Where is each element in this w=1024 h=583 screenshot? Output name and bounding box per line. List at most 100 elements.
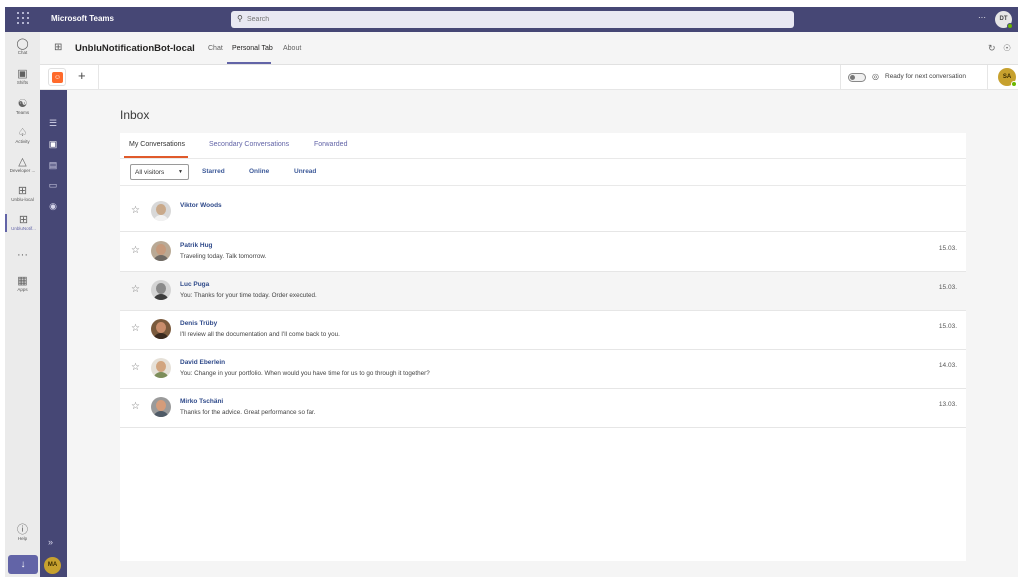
add-button[interactable]: +: [78, 69, 86, 83]
contact-name: Mirko Tschäni: [180, 398, 224, 405]
rail-item-chat[interactable]: ◯ Chat: [5, 38, 40, 56]
last-message: Traveling today. Talk tomorrow.: [180, 253, 267, 260]
divider: [987, 65, 988, 90]
agent-avatar[interactable]: SA: [998, 68, 1017, 87]
page-title: Inbox: [120, 108, 150, 122]
rail-label: Developer ...: [9, 168, 36, 173]
contact-name: Denis Trüby: [180, 320, 218, 327]
rail-label: Help: [17, 536, 28, 541]
star-icon[interactable]: ☆: [131, 324, 140, 334]
app-header: ⊞ UnbluNotificationBot-local Chat Person…: [40, 32, 1018, 65]
rail-item-developer[interactable]: △ Developer ...: [5, 156, 40, 174]
avatar: [151, 358, 171, 378]
star-icon[interactable]: ☆: [131, 246, 140, 256]
conversation-row[interactable]: ☆ David Eberlein You: Change in your por…: [120, 350, 966, 389]
tab-about[interactable]: About: [283, 45, 301, 52]
conversation-row[interactable]: ☆ Viktor Woods: [120, 193, 966, 232]
archive-icon[interactable]: ▭: [47, 179, 59, 191]
avatar: [151, 280, 171, 300]
expand-chevron-icon[interactable]: »: [48, 537, 53, 547]
agent-avatar[interactable]: MA: [44, 557, 61, 574]
inbox-icon[interactable]: ▣: [47, 138, 59, 150]
rail-item-teams[interactable]: ☯ Teams: [5, 98, 40, 116]
rail-label: Unblu-local: [11, 197, 34, 202]
globe-icon[interactable]: ☉: [1003, 43, 1011, 54]
tab-personal[interactable]: Personal Tab: [232, 45, 273, 52]
last-message: You: Change in your portfolio. When woul…: [180, 370, 430, 377]
rail-item-unblu-local[interactable]: ⊞ Unblu-local: [5, 185, 40, 203]
star-icon[interactable]: ☆: [131, 402, 140, 412]
tab-secondary-conversations[interactable]: Secondary Conversations: [209, 141, 289, 148]
developer-icon: △: [18, 156, 27, 168]
bell-icon: ♤: [17, 127, 28, 139]
apps-icon: ▦: [17, 275, 28, 287]
star-icon[interactable]: ☆: [131, 363, 140, 373]
app-rail: ◯ Chat ▣ Shifts ☯ Teams ♤ Activity △ Dev…: [5, 32, 40, 577]
presence-indicator: [1007, 23, 1013, 29]
contact-name: David Eberlein: [180, 359, 226, 366]
contact-name: Patrik Hug: [180, 242, 213, 249]
rail-item-more[interactable]: ···: [5, 249, 40, 261]
avatar: [151, 397, 171, 417]
unblu-logo[interactable]: ☺: [48, 68, 66, 86]
divider: [120, 185, 966, 186]
rail-item-help[interactable]: ⓘ Help: [5, 524, 40, 542]
star-icon[interactable]: ☆: [131, 285, 140, 295]
message-date: 15.03.: [938, 323, 957, 330]
app-title: Microsoft Teams: [51, 14, 114, 23]
message-date: 13.03.: [938, 401, 957, 408]
app-title: UnbluNotificationBot-local: [75, 43, 195, 54]
rail-label: Shifts: [16, 80, 29, 85]
search-box[interactable]: ⚲: [231, 11, 794, 28]
search-input[interactable]: [247, 13, 747, 26]
filter-starred[interactable]: Starred: [202, 168, 225, 175]
rail-item-unblunotif[interactable]: ⊞ UnbluNotif...: [5, 214, 40, 232]
tab-forwarded[interactable]: Forwarded: [314, 141, 347, 148]
conversation-row[interactable]: ☆ Denis Trüby I'll review all the docume…: [120, 311, 966, 350]
contact-name: Luc Puga: [180, 281, 210, 288]
app-launcher-icon[interactable]: [17, 12, 31, 26]
avatar: [151, 201, 171, 221]
filter-unread[interactable]: Unread: [294, 168, 316, 175]
rail-label: Chat: [17, 50, 28, 55]
user-avatar[interactable]: DT: [995, 11, 1013, 29]
list-icon[interactable]: ☰: [47, 117, 59, 129]
conversation-row[interactable]: ☆ Mirko Tschäni Thanks for the advice. G…: [120, 389, 966, 428]
ready-toggle[interactable]: [848, 73, 866, 82]
refresh-icon[interactable]: ↻: [988, 43, 996, 54]
rail-label: UnbluNotif...: [11, 226, 36, 231]
app-side-nav: ☰ ▣ ▤ ▭ ◉ » MA: [40, 32, 67, 577]
download-button[interactable]: ↓: [8, 555, 38, 574]
visitor-filter-select[interactable]: All visitors ▼: [130, 164, 189, 180]
ready-label: Ready for next conversation: [885, 73, 966, 80]
conversation-row[interactable]: ☆ Patrik Hug Traveling today. Talk tomor…: [120, 233, 966, 272]
tab-chat[interactable]: Chat: [208, 45, 223, 52]
more-options-button[interactable]: ···: [978, 13, 986, 22]
chat-icon: ◯: [16, 38, 29, 50]
app-icon: ⊞: [17, 185, 28, 197]
avatar: [151, 241, 171, 261]
app-icon: ⊞: [54, 42, 63, 53]
star-icon[interactable]: ☆: [131, 206, 140, 216]
teams-window: Microsoft Teams ⚲ ··· DT ◯ Chat ▣ Shifts…: [5, 7, 1018, 577]
rail-item-activity[interactable]: ♤ Activity: [5, 127, 40, 145]
agent-initials: SA: [1002, 74, 1012, 80]
rail-label: Activity: [15, 139, 30, 144]
message-date: 15.03.: [938, 284, 957, 291]
rail-item-apps[interactable]: ▦ Apps: [5, 275, 40, 293]
filter-online[interactable]: Online: [249, 168, 269, 175]
last-message: Thanks for the advice. Great performance…: [180, 409, 316, 416]
rail-item-shifts[interactable]: ▣ Shifts: [5, 68, 40, 86]
conversation-row[interactable]: ☆ Luc Puga You: Thanks for your time tod…: [120, 272, 966, 311]
select-value: All visitors: [135, 169, 165, 176]
tab-my-conversations[interactable]: My Conversations: [129, 141, 185, 148]
divider: [120, 158, 966, 159]
more-icon: ···: [17, 249, 28, 261]
calendar-icon[interactable]: ▤: [47, 159, 59, 171]
message-date: 14.03.: [938, 362, 957, 369]
unblu-logo-icon: ☺: [52, 72, 63, 83]
toolbar: ☺ + ◎ Ready for next conversation SA: [40, 65, 1018, 90]
shifts-icon: ▣: [17, 68, 28, 80]
avatar: [151, 319, 171, 339]
broadcast-icon[interactable]: ◉: [47, 200, 59, 212]
